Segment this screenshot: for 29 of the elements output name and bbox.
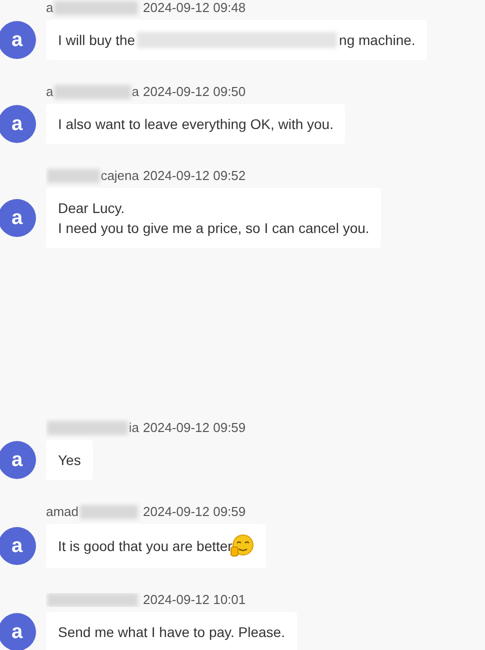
- message-text: ng machine.: [339, 31, 416, 50]
- message-text: It is good that you are better: [58, 537, 232, 556]
- sender-name: a: [46, 83, 54, 102]
- message-text: I will buy the: [58, 31, 136, 50]
- avatar: a: [0, 441, 36, 479]
- sender-name: a: [132, 83, 139, 102]
- message-time: 2024-09-12 09:59: [143, 503, 246, 522]
- sender-name: a: [46, 0, 54, 18]
- sender-name: cajena: [100, 167, 139, 186]
- message-text: I need you to give me a price, so I can cancel you.: [58, 219, 370, 238]
- message-text: Dear Lucy.: [58, 199, 125, 218]
- sender-name: amad: [46, 503, 79, 522]
- message-time: 2024-09-12 09:50: [143, 83, 246, 102]
- message-text: Send me what I have to pay. Please.: [58, 623, 285, 642]
- message-time: 2024-09-12 09:52: [143, 167, 246, 186]
- message-time: 2024-09-12 09:59: [143, 419, 246, 438]
- avatar: a: [0, 527, 36, 565]
- avatar: a: [0, 105, 36, 143]
- avatar: a: [0, 21, 36, 59]
- thumbs-up-face-icon: [230, 534, 254, 558]
- avatar: a: [0, 613, 36, 650]
- message-text: Yes: [58, 451, 81, 470]
- message-time: 2024-09-12 09:48: [143, 0, 246, 18]
- sender-name: ia: [128, 419, 139, 438]
- redacted-name: [80, 505, 138, 519]
- message-text: I also want to leave everything OK, with you.: [58, 115, 334, 134]
- redacted-name: [47, 169, 100, 183]
- avatar: a: [0, 199, 36, 237]
- message-time: 2024-09-12 10:01: [143, 591, 246, 610]
